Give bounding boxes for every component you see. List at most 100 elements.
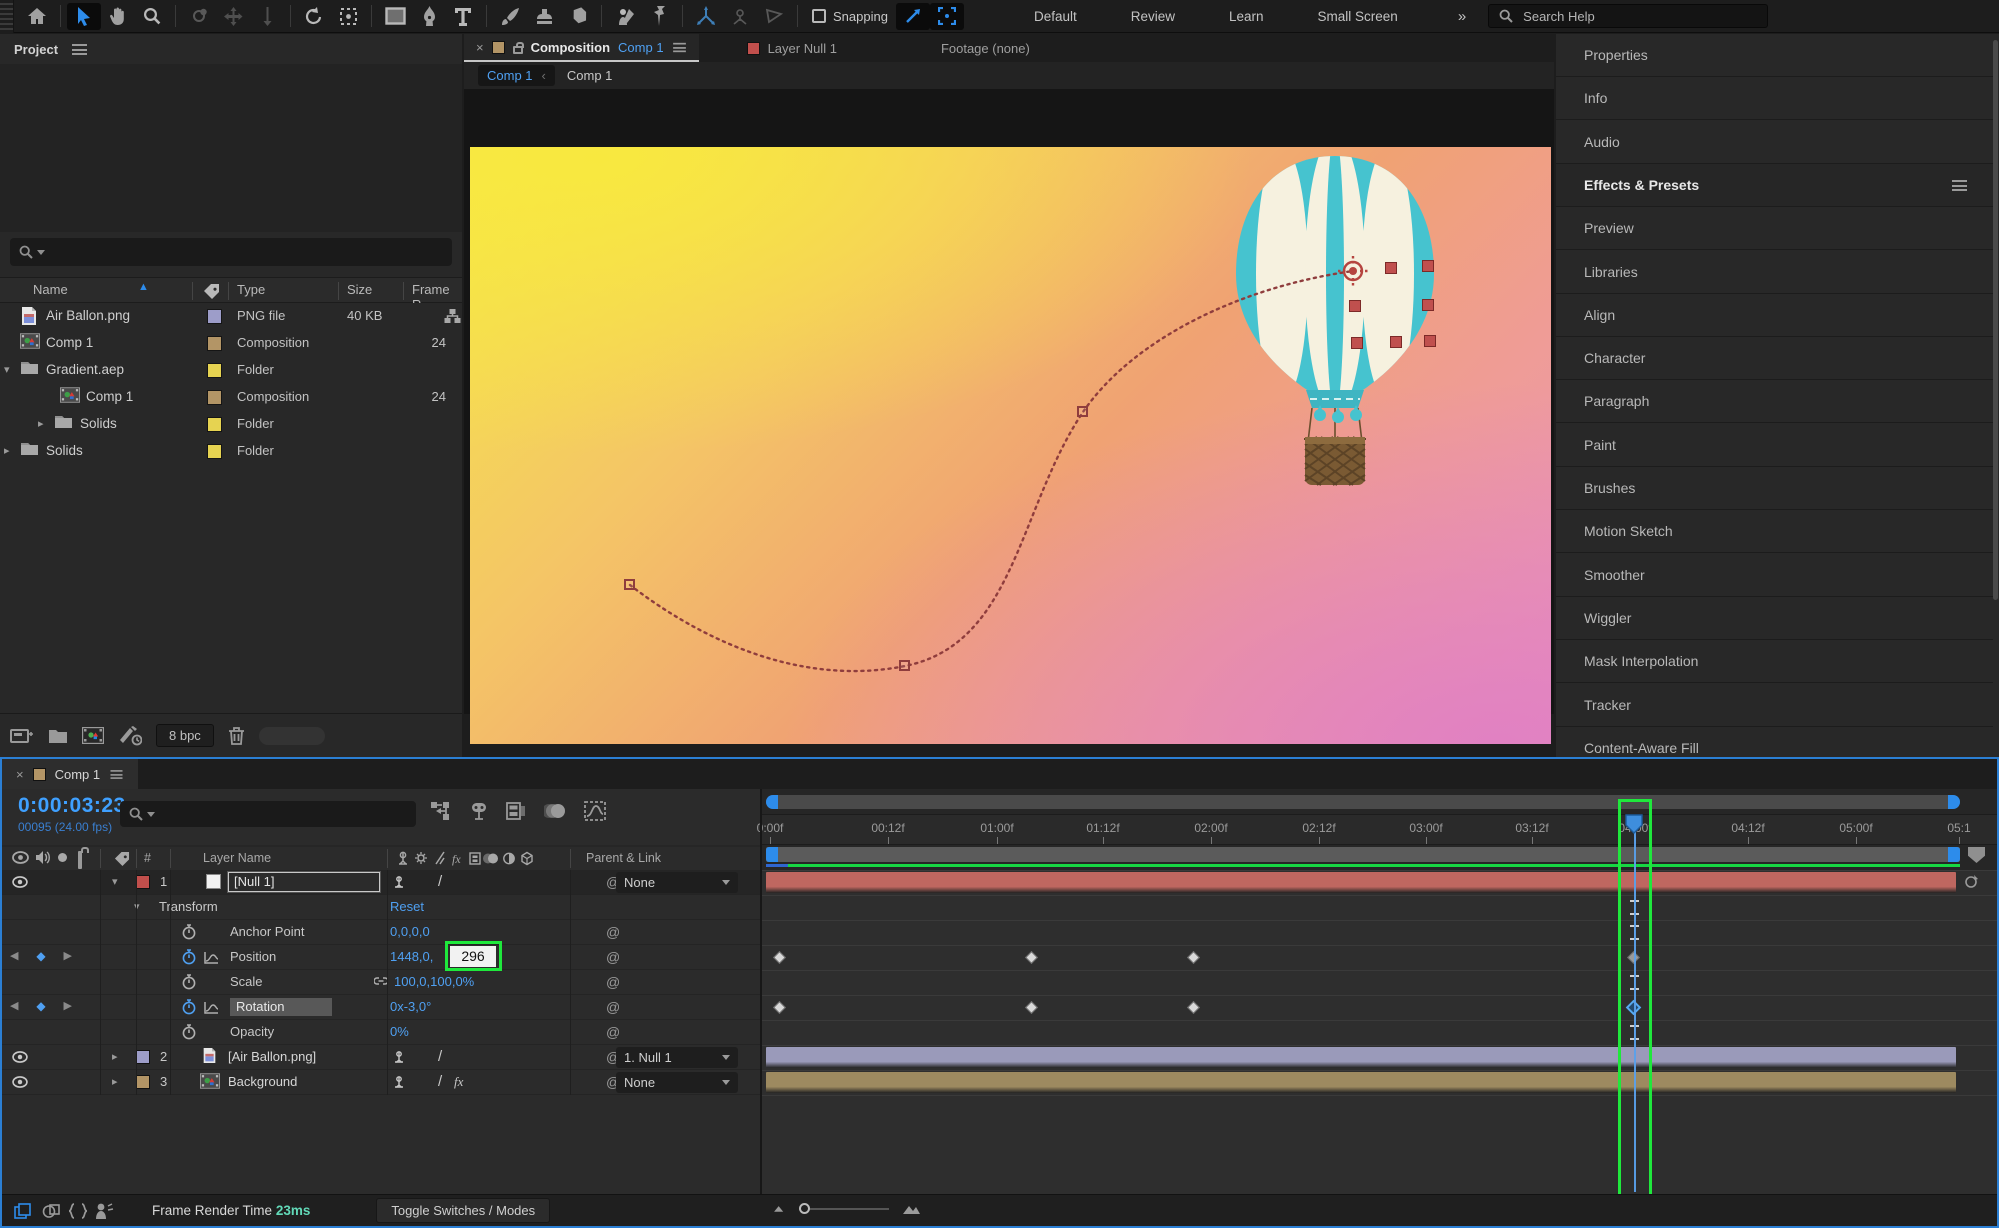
scale-value[interactable]: 100,0,100,0% xyxy=(394,974,474,989)
link-dimensions-icon[interactable] xyxy=(374,976,388,986)
parent-pickwhip-icon[interactable]: @ xyxy=(606,974,620,990)
parent-pickwhip-icon[interactable]: @ xyxy=(606,949,620,965)
bit-depth-button[interactable]: 8 bpc xyxy=(156,724,214,747)
position-label[interactable]: Position xyxy=(230,949,276,964)
position-value-x[interactable]: 1448,0, xyxy=(390,949,433,964)
workspace-small-screen[interactable]: Small Screen xyxy=(1318,9,1398,24)
timeline-search-input[interactable] xyxy=(120,801,416,827)
search-options-icon[interactable] xyxy=(147,811,155,817)
world-axis-mode-icon[interactable] xyxy=(723,3,757,30)
fx-switch-icon[interactable]: fx xyxy=(454,1074,463,1090)
new-folder-icon[interactable] xyxy=(48,728,68,744)
opacity-label[interactable]: Opacity xyxy=(230,1024,274,1039)
column-name[interactable]: Name xyxy=(33,282,68,297)
twirl-open-icon[interactable]: ▾ xyxy=(4,363,10,376)
keyframe-navigator[interactable]: ◀ ◆ ▶ xyxy=(10,949,72,963)
panel-tab-smoother[interactable]: Smoother xyxy=(1556,554,1993,597)
switches-column-icons[interactable]: fx xyxy=(396,851,546,866)
scrollbar-left-cap[interactable] xyxy=(766,795,778,809)
lock-column-icon[interactable] xyxy=(78,851,82,869)
selection-handle[interactable] xyxy=(1351,337,1363,349)
project-item-name[interactable]: Comp 1 xyxy=(86,389,133,404)
rectangle-tool-icon[interactable] xyxy=(378,3,412,30)
anchor-point-value[interactable]: 0,0,0,0 xyxy=(390,924,430,939)
hand-tool-icon[interactable] xyxy=(101,3,135,30)
tab-composition[interactable]: × Composition Comp 1 xyxy=(464,34,699,62)
pen-tool-icon[interactable] xyxy=(412,3,446,30)
panel-tab-align[interactable]: Align xyxy=(1556,294,1993,337)
layer-color-swatch[interactable] xyxy=(136,875,150,889)
comp-color-swatch[interactable] xyxy=(491,40,505,54)
panel-tab-wiggler[interactable]: Wiggler xyxy=(1556,597,1993,640)
anchor-switch-icon[interactable] xyxy=(392,875,406,889)
toolbar-grip[interactable] xyxy=(0,0,14,33)
panel-tab-mask-interpolation[interactable]: Mask Interpolation xyxy=(1556,640,1993,684)
panel-tab-libraries[interactable]: Libraries xyxy=(1556,251,1993,294)
rotation-label-selected[interactable]: Rotation xyxy=(230,998,333,1016)
selection-handle[interactable] xyxy=(1390,336,1402,348)
orbit-camera-tool-icon[interactable] xyxy=(182,3,216,30)
quality-switch-icon[interactable]: / xyxy=(438,873,442,890)
parent-dropdown-null1[interactable]: None xyxy=(616,872,738,893)
prev-keyframe-icon[interactable]: ◀ xyxy=(10,949,18,963)
rotation-keyframe-icon[interactable] xyxy=(773,1001,786,1014)
workspace-learn[interactable]: Learn xyxy=(1229,9,1264,24)
column-number[interactable]: # xyxy=(144,851,151,865)
sort-ascending-icon[interactable]: ▲ xyxy=(138,281,149,293)
layer-row-background[interactable]: ▸ 3 Background / fx @ None xyxy=(2,1070,760,1095)
shy-layers-icon[interactable] xyxy=(470,801,488,821)
in-out-stretch-icon[interactable] xyxy=(68,1202,88,1220)
work-area-start-handle[interactable] xyxy=(766,847,778,862)
selection-handle[interactable] xyxy=(1422,299,1434,311)
project-settings-icon[interactable] xyxy=(118,725,142,746)
twirl-open-icon[interactable]: ▾ xyxy=(112,875,118,888)
frame-blending-icon[interactable] xyxy=(506,801,526,821)
layer-duration-bar[interactable] xyxy=(766,1072,1956,1093)
render-settings-icon[interactable] xyxy=(94,1202,114,1220)
selection-handle[interactable] xyxy=(1424,335,1436,347)
panel-tab-tracker[interactable]: Tracker xyxy=(1556,684,1993,727)
brush-tool-icon[interactable] xyxy=(493,3,527,30)
current-timecode[interactable]: 0:00:03:23 xyxy=(18,794,126,818)
label-color-swatch[interactable] xyxy=(207,363,222,378)
layer-name[interactable]: [Air Ballon.png] xyxy=(228,1049,316,1064)
position-keyframe-icon[interactable] xyxy=(1025,951,1038,964)
panel-menu-icon[interactable] xyxy=(672,42,686,52)
timeline-horizontal-scrollbar[interactable] xyxy=(766,795,1960,809)
label-column-icon[interactable] xyxy=(114,851,130,866)
parent-dropdown-air-ballon[interactable]: 1. Null 1 xyxy=(616,1047,738,1068)
keyframe-navigator[interactable]: ◀ ◆ ▶ xyxy=(10,999,72,1013)
parent-pickwhip-icon[interactable]: @ xyxy=(606,1024,620,1040)
new-composition-icon[interactable] xyxy=(82,727,104,744)
transform-group-label[interactable]: Transform xyxy=(159,899,218,914)
panel-tab-brushes[interactable]: Brushes xyxy=(1556,467,1993,510)
layer-duration-bar[interactable] xyxy=(766,872,1956,893)
clone-stamp-tool-icon[interactable] xyxy=(527,3,561,30)
anchor-point-target[interactable] xyxy=(1336,254,1370,288)
roto-brush-tool-icon[interactable] xyxy=(608,3,642,30)
column-size[interactable]: Size xyxy=(347,282,372,297)
help-search-field[interactable]: Search Help xyxy=(1488,4,1769,28)
dolly-camera-tool-icon[interactable] xyxy=(250,3,284,30)
transfer-controls-icon[interactable] xyxy=(42,1203,60,1220)
comp-marker-bin-icon[interactable] xyxy=(1968,847,1985,863)
twirl-closed-icon[interactable]: ▸ xyxy=(38,417,44,430)
composition-canvas[interactable] xyxy=(470,147,1551,744)
column-type[interactable]: Type xyxy=(237,282,265,297)
work-area-end-handle[interactable] xyxy=(1948,847,1960,862)
work-area-bar[interactable] xyxy=(766,847,1960,862)
twirl-closed-icon[interactable]: ▸ xyxy=(112,1075,118,1088)
close-icon[interactable]: × xyxy=(16,767,24,782)
quality-switch-icon[interactable]: / xyxy=(438,1073,442,1090)
panel-tab-paragraph[interactable]: Paragraph xyxy=(1556,380,1993,424)
solo-column-icon[interactable] xyxy=(58,853,67,862)
twirl-closed-icon[interactable]: ▸ xyxy=(4,444,10,457)
graph-editor-icon[interactable] xyxy=(584,801,606,821)
layer-name[interactable]: Background xyxy=(228,1074,297,1089)
interpret-footage-icon[interactable] xyxy=(10,727,34,745)
keyframe-toggle-icon[interactable]: ◆ xyxy=(36,949,45,963)
label-color-swatch[interactable] xyxy=(207,417,222,432)
parent-dropdown-background[interactable]: None xyxy=(616,1072,738,1093)
next-keyframe-icon[interactable]: ▶ xyxy=(64,949,72,963)
path-keyframe-box[interactable] xyxy=(624,579,635,590)
